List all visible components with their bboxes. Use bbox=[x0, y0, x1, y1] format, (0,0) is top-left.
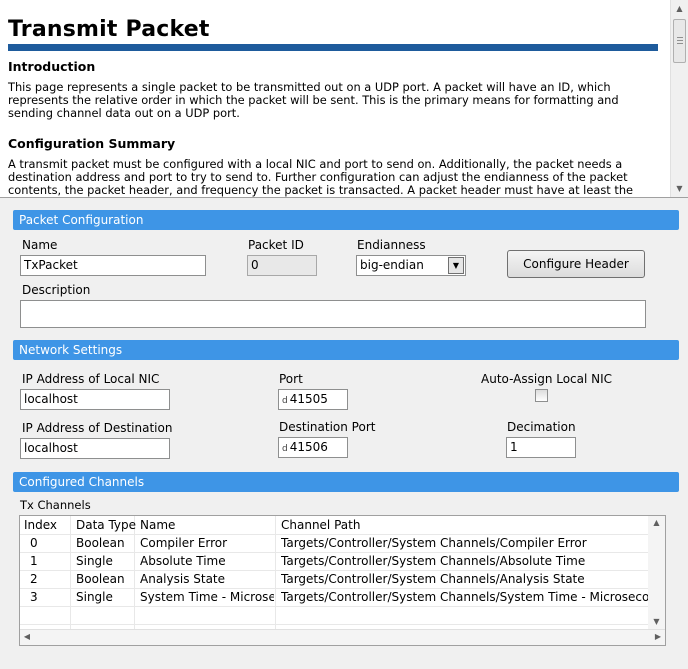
table-vertical-scrollbar[interactable]: ▲ ▼ bbox=[648, 516, 665, 629]
auto-assign-label: Auto-Assign Local NIC bbox=[481, 372, 613, 386]
scroll-down-icon[interactable]: ▼ bbox=[671, 180, 688, 197]
page-title: Transmit Packet bbox=[8, 17, 210, 42]
packet-config-header: Packet Configuration bbox=[13, 210, 679, 230]
help-scrollbar[interactable]: ▲ ▼ bbox=[670, 0, 688, 197]
configured-channels-header: Configured Channels bbox=[13, 472, 679, 492]
help-pane: Transmit Packet Introduction This page r… bbox=[0, 0, 688, 198]
port-value: 41505 bbox=[289, 392, 328, 406]
column-header-channel-path[interactable]: Channel Path bbox=[281, 516, 360, 534]
decimation-label: Decimation bbox=[507, 420, 576, 434]
destination-label: IP Address of Destination bbox=[22, 421, 173, 435]
row-1-data-type[interactable]: Single bbox=[76, 552, 113, 570]
row-2-data-type[interactable]: Boolean bbox=[76, 570, 125, 588]
intro-heading: Introduction bbox=[8, 59, 96, 74]
destination-port-radix-indicator[interactable]: d bbox=[282, 444, 288, 454]
port-label: Port bbox=[279, 372, 303, 386]
intro-text: This page represents a single packet to … bbox=[8, 80, 619, 120]
row-3-data-type[interactable]: Single bbox=[76, 588, 113, 606]
description-label: Description bbox=[22, 283, 91, 297]
row-1-name[interactable]: Absolute Time bbox=[140, 552, 274, 570]
name-label: Name bbox=[22, 238, 58, 252]
table-scroll-left-icon[interactable]: ◀ bbox=[20, 630, 34, 645]
destination-port-value: 41506 bbox=[289, 440, 328, 454]
table-horizontal-scrollbar[interactable]: ◀ ▶ bbox=[20, 629, 665, 645]
config-summary-heading: Configuration Summary bbox=[8, 136, 176, 151]
table-scroll-up-icon[interactable]: ▲ bbox=[648, 516, 665, 530]
local-nic-field[interactable]: localhost bbox=[20, 389, 170, 410]
help-content: Transmit Packet Introduction This page r… bbox=[8, 0, 658, 197]
configure-header-button[interactable]: Configure Header bbox=[507, 250, 645, 278]
row-0-index[interactable]: 0 bbox=[30, 534, 38, 552]
row-3-index[interactable]: 3 bbox=[30, 588, 38, 606]
tx-channels-label: Tx Channels bbox=[20, 498, 91, 512]
table-scroll-down-icon[interactable]: ▼ bbox=[648, 615, 665, 629]
packet-id-label: Packet ID bbox=[248, 238, 304, 252]
row-3-channel-path[interactable]: Targets/Controller/System Channels/Syste… bbox=[281, 588, 648, 606]
destination-field[interactable]: localhost bbox=[20, 438, 170, 459]
scroll-up-icon[interactable]: ▲ bbox=[671, 0, 688, 17]
endianness-select[interactable]: big-endian ▼ bbox=[356, 255, 466, 276]
row-2-name[interactable]: Analysis State bbox=[140, 570, 274, 588]
port-field[interactable]: d 41505 bbox=[278, 389, 348, 410]
port-radix-indicator[interactable]: d bbox=[282, 396, 288, 406]
column-header-index[interactable]: Index bbox=[24, 516, 57, 534]
row-0-channel-path[interactable]: Targets/Controller/System Channels/Compi… bbox=[281, 534, 648, 552]
row-2-channel-path[interactable]: Targets/Controller/System Channels/Analy… bbox=[281, 570, 648, 588]
row-0-data-type[interactable]: Boolean bbox=[76, 534, 125, 552]
column-header-name[interactable]: Name bbox=[140, 516, 175, 534]
row-1-index[interactable]: 1 bbox=[30, 552, 38, 570]
row-0-name[interactable]: Compiler Error bbox=[140, 534, 274, 552]
decimation-field[interactable]: 1 bbox=[506, 437, 576, 458]
destination-port-field[interactable]: d 41506 bbox=[278, 437, 348, 458]
destination-port-label: Destination Port bbox=[279, 420, 376, 434]
row-3-name[interactable]: System Time - Microseco bbox=[140, 588, 274, 606]
endianness-value: big-endian bbox=[360, 258, 424, 272]
row-2-index[interactable]: 2 bbox=[30, 570, 38, 588]
tx-channels-table[interactable]: Index Data Type Name Channel Path 0 Bool… bbox=[19, 515, 666, 646]
chevron-down-icon[interactable]: ▼ bbox=[448, 257, 464, 274]
name-field[interactable]: TxPacket bbox=[20, 255, 206, 276]
table-scroll-right-icon[interactable]: ▶ bbox=[651, 630, 665, 645]
description-field[interactable] bbox=[20, 300, 646, 328]
packet-id-field: 0 bbox=[247, 255, 317, 276]
network-settings-header: Network Settings bbox=[13, 340, 679, 360]
auto-assign-checkbox[interactable] bbox=[535, 389, 548, 402]
row-1-channel-path[interactable]: Targets/Controller/System Channels/Absol… bbox=[281, 552, 648, 570]
column-header-data-type[interactable]: Data Type bbox=[76, 516, 136, 534]
scroll-thumb[interactable] bbox=[673, 19, 686, 63]
endianness-label: Endianness bbox=[357, 238, 426, 252]
config-summary-text: A transmit packet must be configured wit… bbox=[8, 157, 634, 197]
local-nic-label: IP Address of Local NIC bbox=[22, 372, 160, 386]
title-underline bbox=[8, 44, 658, 51]
